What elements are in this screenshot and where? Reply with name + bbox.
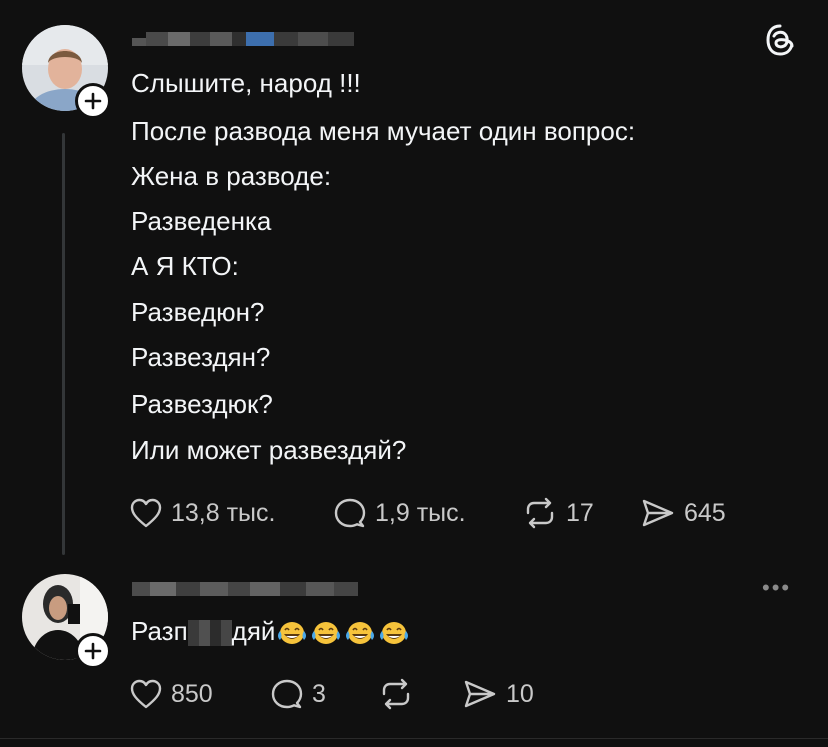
threads-logo-icon[interactable] [762, 22, 798, 58]
post-text-line: А Я КТО: [131, 251, 239, 281]
laughing-tears-emoji-icon [343, 618, 377, 648]
laughing-tears-emoji-icon [309, 618, 343, 648]
reply-comment-button[interactable]: 3 [270, 678, 326, 710]
repost-count: 17 [566, 498, 594, 527]
send-icon [464, 680, 496, 708]
heart-icon [130, 498, 162, 528]
reply-repost-button[interactable] [378, 678, 414, 710]
bottom-divider [0, 738, 828, 739]
repost-button[interactable]: 17 [522, 497, 594, 529]
reply-like-button[interactable]: 850 [129, 678, 213, 710]
repost-icon [382, 678, 410, 710]
reply-share-count: 10 [506, 679, 534, 708]
comment-button[interactable]: 1,9 тыс. [333, 497, 466, 529]
more-options-button[interactable]: ••• [762, 575, 791, 601]
share-button[interactable]: 645 [640, 497, 726, 529]
reply-username-redacted[interactable] [132, 578, 358, 596]
like-button[interactable]: 13,8 тыс. [129, 497, 275, 529]
comment-bubble-icon [334, 498, 366, 528]
post-text-line: Разведенка [131, 206, 272, 236]
heart-icon [130, 679, 162, 709]
censor-blur [187, 620, 232, 647]
author-username-redacted[interactable] [132, 28, 354, 46]
repost-icon [526, 497, 554, 529]
post-text-line: Развездян? [131, 342, 271, 372]
reply-text-end: дяй [231, 616, 276, 646]
laughing-tears-emoji-icon [275, 618, 309, 648]
reply-text: Разп дяй [131, 616, 411, 648]
comment-count: 1,9 тыс. [375, 498, 466, 527]
reply-comment-count: 3 [312, 679, 326, 708]
comment-bubble-icon [271, 679, 303, 709]
reply-follow-plus-button[interactable] [75, 633, 111, 669]
reply-text-start: Разп [131, 616, 188, 646]
thread-connector-line [62, 133, 65, 555]
reply-share-button[interactable]: 10 [462, 678, 534, 710]
laughing-tears-emoji-icon [377, 618, 411, 648]
send-icon [642, 499, 674, 527]
share-count: 645 [684, 498, 726, 527]
reply-like-count: 850 [171, 679, 213, 708]
post-text-line: Слышите, народ !!! [131, 68, 361, 98]
follow-plus-button[interactable] [75, 83, 111, 119]
post-text-line: После развода меня мучает один вопрос: [131, 116, 636, 146]
post-text-line: Или может развездяй? [131, 435, 407, 465]
post-text-line: Развездюк? [131, 389, 273, 419]
post-text-line: Жена в разводе: [131, 161, 332, 191]
post-text-line: Разведюн? [131, 297, 265, 327]
like-count: 13,8 тыс. [171, 498, 276, 527]
